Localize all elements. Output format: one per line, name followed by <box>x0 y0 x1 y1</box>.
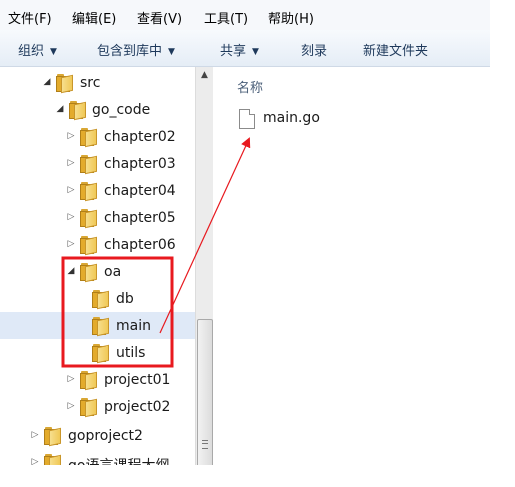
tree-item-label: utils <box>116 345 146 361</box>
tree-item-label: chapter03 <box>104 156 176 172</box>
organize-button[interactable]: 组织 ▼ <box>18 40 57 59</box>
tree-item-project02[interactable]: ▷ project02 <box>0 393 195 420</box>
scrollbar-thumb[interactable] <box>197 319 213 465</box>
folder-icon <box>44 427 61 447</box>
tree-item-utils[interactable]: utils <box>0 339 195 366</box>
tree-item-label: db <box>116 291 134 307</box>
explorer-window: 文件(F) 编辑(E) 查看(V) 工具(T) 帮助(H) 组织 ▼ 包含到库中 ▼… <box>0 0 490 465</box>
tree-item-label: go语言课程大纲 <box>68 455 169 465</box>
collapsed-caret-icon[interactable]: ▷ <box>30 457 40 465</box>
tree-item-go-course-outline[interactable]: ▷ go语言课程大纲 <box>0 449 195 465</box>
expanded-caret-icon[interactable]: ◢ <box>55 104 65 114</box>
tree-item-goproject2[interactable]: ▷ goproject2 <box>0 422 195 449</box>
tree-item-src[interactable]: ◢ src <box>0 69 195 96</box>
folder-icon <box>44 454 61 465</box>
expanded-caret-icon[interactable]: ◢ <box>66 266 76 276</box>
tree-item-label: chapter02 <box>104 129 176 145</box>
tree-item-label: chapter06 <box>104 237 176 253</box>
folder-icon <box>92 344 109 364</box>
column-header-name[interactable]: 名称 <box>237 77 263 96</box>
folder-icon <box>80 236 97 256</box>
folder-icon <box>92 317 109 337</box>
menu-tools[interactable]: 工具(T) <box>204 8 248 27</box>
navigation-tree: ◢ src ◢ go_code ▷ chapter02 ▷ chapter03 … <box>0 67 195 465</box>
folder-icon <box>80 398 97 418</box>
include-in-library-button[interactable]: 包含到库中 ▼ <box>97 40 175 59</box>
menu-file[interactable]: 文件(F) <box>8 8 52 27</box>
new-folder-button[interactable]: 新建文件夹 <box>363 40 428 59</box>
command-bar: 组织 ▼ 包含到库中 ▼ 共享 ▼ 刻录 新建文件夹 <box>0 30 490 67</box>
collapsed-caret-icon[interactable]: ▷ <box>66 158 76 168</box>
collapsed-caret-icon[interactable]: ▷ <box>66 185 76 195</box>
tree-item-label: goproject2 <box>68 428 143 444</box>
menu-help[interactable]: 帮助(H) <box>268 8 314 27</box>
tree-item-chapter02[interactable]: ▷ chapter02 <box>0 123 195 150</box>
tree-item-oa[interactable]: ◢ oa <box>0 258 195 285</box>
chevron-down-icon: ▼ <box>168 47 175 57</box>
expanded-caret-icon[interactable]: ◢ <box>42 77 52 87</box>
grip-icon <box>202 440 208 449</box>
scroll-up-arrow-icon[interactable]: ▲ <box>196 67 213 84</box>
collapsed-caret-icon[interactable]: ▷ <box>66 401 76 411</box>
tree-item-chapter03[interactable]: ▷ chapter03 <box>0 150 195 177</box>
collapsed-caret-icon[interactable]: ▷ <box>30 430 40 440</box>
file-name: main.go <box>263 110 320 126</box>
collapsed-caret-icon[interactable]: ▷ <box>66 131 76 141</box>
tree-item-label: main <box>116 318 151 334</box>
menu-edit[interactable]: 编辑(E) <box>72 8 116 27</box>
tree-scrollbar[interactable]: ▲ <box>195 67 213 465</box>
organize-label: 组织 <box>18 44 45 59</box>
folder-icon <box>80 182 97 202</box>
folder-icon <box>80 263 97 283</box>
folder-icon <box>56 74 73 94</box>
tree-item-label: chapter05 <box>104 210 176 226</box>
tree-item-label: project02 <box>104 399 171 415</box>
collapsed-caret-icon[interactable]: ▷ <box>66 374 76 384</box>
tree-item-label: project01 <box>104 372 171 388</box>
folder-icon <box>80 155 97 175</box>
include-in-library-label: 包含到库中 <box>97 44 163 59</box>
tree-item-chapter06[interactable]: ▷ chapter06 <box>0 231 195 258</box>
chevron-down-icon: ▼ <box>252 47 259 57</box>
folder-icon <box>80 128 97 148</box>
menu-view[interactable]: 查看(V) <box>137 8 182 27</box>
tree-item-label: src <box>80 75 101 91</box>
burn-button[interactable]: 刻录 <box>301 40 327 59</box>
folder-icon <box>80 209 97 229</box>
chevron-down-icon: ▼ <box>50 47 57 57</box>
tree-item-main[interactable]: main <box>0 312 195 339</box>
collapsed-caret-icon[interactable]: ▷ <box>66 212 76 222</box>
menu-bar: 文件(F) 编辑(E) 查看(V) 工具(T) 帮助(H) <box>0 0 490 30</box>
file-list-pane: 名称 main.go <box>213 67 490 465</box>
tree-item-label: oa <box>104 264 122 280</box>
tree-item-go-code[interactable]: ◢ go_code <box>0 96 195 123</box>
share-button[interactable]: 共享 ▼ <box>220 40 259 59</box>
folder-icon <box>80 371 97 391</box>
tree-item-project01[interactable]: ▷ project01 <box>0 366 195 393</box>
tree-item-label: chapter04 <box>104 183 176 199</box>
tree-item-chapter05[interactable]: ▷ chapter05 <box>0 204 195 231</box>
folder-icon <box>69 101 86 121</box>
tree-item-label: go_code <box>92 102 151 118</box>
tree-item-chapter04[interactable]: ▷ chapter04 <box>0 177 195 204</box>
share-label: 共享 <box>220 44 247 59</box>
tree-item-db[interactable]: db <box>0 285 195 312</box>
text-file-icon <box>239 109 255 129</box>
folder-icon <box>92 290 109 310</box>
collapsed-caret-icon[interactable]: ▷ <box>66 239 76 249</box>
